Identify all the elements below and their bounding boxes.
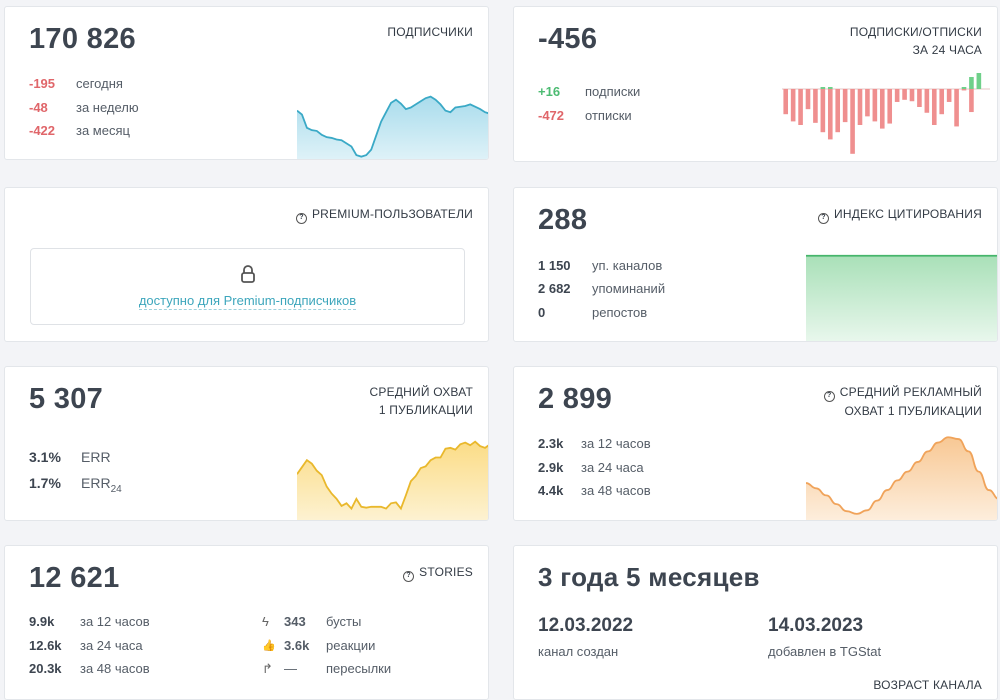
subs-unsubs-bar-chart xyxy=(782,73,990,154)
subscribers-card: 170 826 ПОДПИСЧИКИ -195 сегодня -48 за нед… xyxy=(4,6,489,160)
unsubs-bar xyxy=(894,89,900,102)
unsubs-bar xyxy=(813,89,818,123)
forward-arrow-icon: ↱ xyxy=(262,661,273,676)
channel-age-title: ВОЗРАСТ КАНАЛА xyxy=(873,678,982,692)
lightning-icon: ϟ xyxy=(262,614,269,629)
unsubs-bar xyxy=(969,89,974,113)
unsubs-bar xyxy=(872,89,878,122)
question-icon[interactable]: ? xyxy=(823,391,835,402)
subs-bar xyxy=(827,87,833,89)
citation-index: 288 xyxy=(538,204,588,236)
unsubs-bar xyxy=(887,89,893,124)
stories-title: ? STORIES xyxy=(403,563,473,582)
unsubs-bar xyxy=(820,89,826,133)
unsubs-bar xyxy=(842,89,848,123)
unsubs-bar xyxy=(931,89,937,125)
unsubs-bar xyxy=(946,89,952,102)
ad-reach-title: ? СРЕДНИЙ РЕКЛАМНЫЙ ОХВАТ 1 ПУБЛИКАЦИИ xyxy=(823,383,982,420)
added-date: 14.03.2023 xyxy=(768,615,864,636)
subs-bar xyxy=(969,77,974,89)
unsubs-bar xyxy=(961,89,967,91)
stories-card: 12 621 ? STORIES 9.9k за 12 часов 12.6k за … xyxy=(4,545,489,700)
unsubs-bar xyxy=(783,89,789,115)
unsubs-bar xyxy=(865,89,870,117)
subscribers-sparkline xyxy=(297,95,488,159)
subscribers-title: ПОДПИСЧИКИ xyxy=(387,25,473,39)
subs-bar xyxy=(976,73,982,89)
premium-link[interactable]: доступно для Premium-подписчиков xyxy=(138,293,357,310)
unsubs-bar xyxy=(790,89,796,122)
ad-reach-sparkline xyxy=(806,436,997,520)
reach-sparkline xyxy=(297,440,488,520)
unsubs-bar xyxy=(924,89,930,113)
unsubs-bar xyxy=(909,89,915,102)
reach-card: 5 307 СРЕДНИЙ ОХВАТ 1 ПУБЛИКАЦИИ 3.1% ERR … xyxy=(4,366,489,521)
unsubs-bar xyxy=(827,89,833,140)
unsubs-bar xyxy=(857,89,863,125)
unsubs-bar xyxy=(902,89,907,100)
citation-area-chart xyxy=(806,254,997,341)
citation-title: ? ИНДЕКС ЦИТИРОВАНИЯ xyxy=(818,205,982,224)
subs-unsubs-card: -456 ПОДПИСКИ/ОТПИСКИ ЗА 24 ЧАСА +16 подпи… xyxy=(513,6,998,162)
question-icon[interactable]: ? xyxy=(818,213,830,224)
channel-age-value: 3 года 5 месяцев xyxy=(538,562,760,592)
thumbs-up-icon: 👍 xyxy=(262,640,276,652)
subs-balance: -456 xyxy=(538,23,598,55)
created-date: 12.03.2022 xyxy=(538,615,634,636)
unsubs-bar xyxy=(879,89,885,129)
added-label: добавлен в TGStat xyxy=(768,644,882,659)
subs-unsubs-title: ПОДПИСКИ/ОТПИСКИ ЗА 24 ЧАСА xyxy=(849,25,982,57)
citation-area-chart-area xyxy=(806,255,997,341)
unsubs-bar xyxy=(835,89,841,133)
unsubs-bar xyxy=(798,89,803,125)
lock-icon xyxy=(241,265,255,283)
reach-sparkline-area xyxy=(297,441,488,520)
reach-title: СРЕДНИЙ ОХВАТ 1 ПУБЛИКАЦИИ xyxy=(369,385,473,417)
stories-value: 12 621 xyxy=(29,562,120,594)
unsubs-bar xyxy=(939,89,945,115)
reach-value: 5 307 xyxy=(29,383,104,415)
ad-reach-value: 2 899 xyxy=(538,383,613,415)
ad-reach-sparkline-area xyxy=(806,437,997,520)
unsubs-bar xyxy=(850,89,855,154)
unsubs-bar xyxy=(917,89,922,107)
citation-card: 288 ? ИНДЕКС ЦИТИРОВАНИЯ 1 150 уп. каналов… xyxy=(513,187,998,342)
subs-bar xyxy=(961,87,967,89)
unsubs-bar xyxy=(954,89,959,127)
subs-bar xyxy=(820,87,826,89)
created-label: канал создан xyxy=(538,644,619,659)
question-icon[interactable]: ? xyxy=(295,213,307,224)
unsubs-bar xyxy=(805,89,811,110)
ad-reach-card: 2 899 ? СРЕДНИЙ РЕКЛАМНЫЙ ОХВАТ 1 ПУБЛИКАЦ… xyxy=(513,366,998,521)
premium-lock-box[interactable]: доступно для Premium-подписчиков xyxy=(30,248,465,325)
question-icon[interactable]: ? xyxy=(403,571,415,582)
premium-title: ? PREMIUM-ПОЛЬЗОВАТЕЛИ xyxy=(295,205,473,224)
subscribers-count: 170 826 xyxy=(29,23,136,55)
channel-age-card: 3 года 5 месяцев 12.03.2022 канал создан… xyxy=(513,545,998,700)
premium-card: ? PREMIUM-ПОЛЬЗОВАТЕЛИ доступно для Premi… xyxy=(4,187,489,342)
